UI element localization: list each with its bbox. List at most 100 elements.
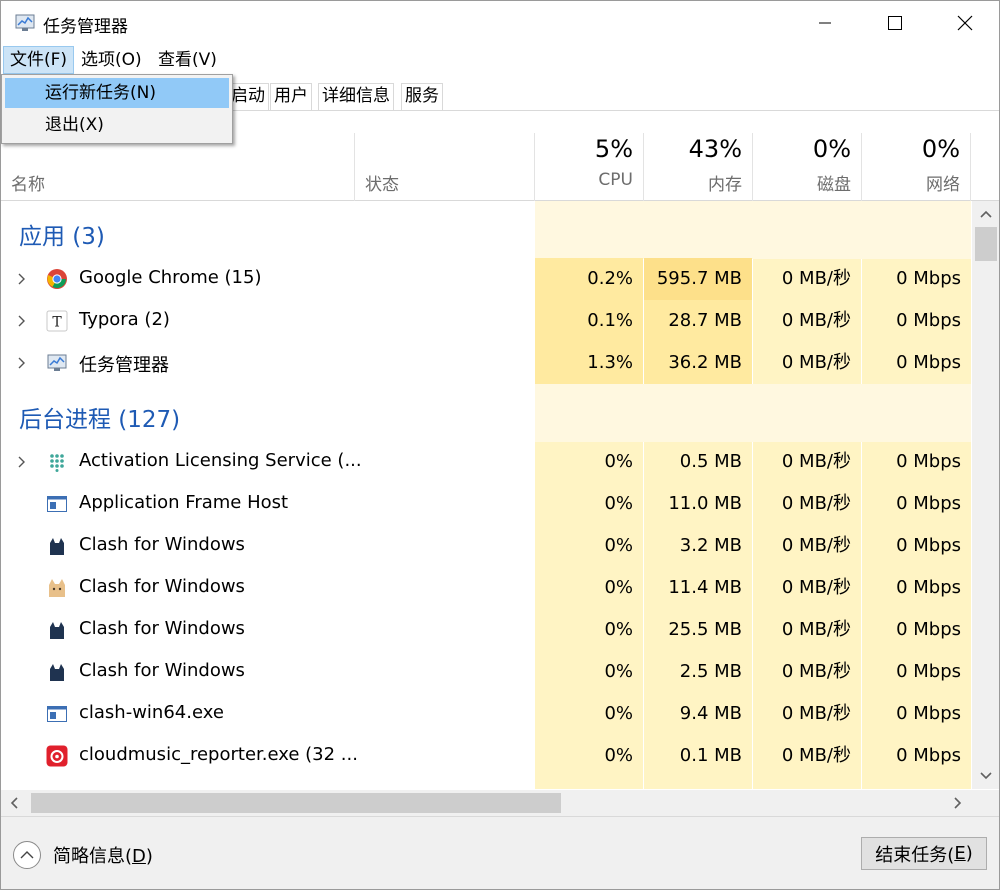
table-row[interactable]: T Typora (2) 0.1% 28.7 MB 0 MB/秒 0 Mbps — [1, 300, 971, 342]
scroll-left-icon[interactable] — [9, 797, 19, 809]
table-row[interactable]: Clash for Windows 0% 2.5 MB 0 MB/秒 0 Mbp… — [1, 651, 971, 693]
scroll-right-icon[interactable] — [953, 797, 963, 809]
table-row[interactable]: clash-win64.exe 0% 9.4 MB 0 MB/秒 0 Mbps — [1, 693, 971, 735]
menu-bar: 文件(F) 选项(O) 查看(V) — [1, 45, 999, 75]
task-manager-window: 任务管理器 文件(F) 选项(O) 查看(V) 启动 用户 详细信息 服务 名称… — [0, 0, 1000, 890]
group-background: 后台进程 (127) — [1, 384, 971, 442]
horizontal-scrollbar[interactable] — [1, 790, 972, 816]
memory-cell: 25.5 MB — [668, 619, 742, 640]
chevron-right-icon[interactable] — [15, 354, 29, 372]
table-row[interactable]: Clash for Windows 0% 25.5 MB 0 MB/秒 0 Mb… — [1, 609, 971, 651]
title-bar: 任务管理器 — [1, 1, 999, 45]
memory-cell: 3.2 MB — [679, 535, 742, 556]
maximize-button[interactable] — [860, 1, 930, 45]
end-task-button[interactable]: 结束任务(E) — [861, 837, 987, 870]
network-cell: 0 Mbps — [896, 661, 961, 682]
network-cell: 0 Mbps — [896, 745, 961, 766]
tab-startup[interactable]: 启动 — [227, 83, 269, 110]
process-name: Clash for Windows — [79, 534, 245, 555]
minimize-icon — [819, 22, 831, 24]
tab-users[interactable]: 用户 — [270, 83, 312, 110]
disk-cell: 0 MB/秒 — [781, 661, 851, 682]
window-app-icon — [47, 496, 67, 512]
disk-cell: 0 MB/秒 — [781, 310, 851, 331]
tab-details[interactable]: 详细信息 — [318, 83, 394, 110]
process-name: Application Frame Host — [79, 492, 289, 513]
column-name-label: 名称 — [11, 175, 45, 195]
column-disk[interactable]: 0% 磁盘 — [753, 133, 862, 201]
disk-cell: 0 MB/秒 — [781, 703, 851, 724]
process-name: clash-win64.exe — [79, 702, 224, 723]
cat-dark-icon — [50, 622, 64, 639]
cpu-cell: 0% — [604, 577, 633, 598]
cat-tan-icon — [49, 579, 65, 597]
table-row[interactable]: Google Chrome (15) 0.2% 595.7 MB 0 MB/秒 … — [1, 258, 971, 300]
process-name: Clash for Windows — [79, 660, 245, 681]
table-row[interactable]: Application Frame Host 0% 11.0 MB 0 MB/秒… — [1, 483, 971, 525]
network-cell: 0 Mbps — [896, 352, 961, 373]
horizontal-scroll-thumb[interactable] — [31, 793, 561, 813]
menu-options[interactable]: 选项(O) — [75, 46, 148, 74]
cpu-cell: 0% — [604, 493, 633, 514]
memory-cell: 36.2 MB — [644, 342, 752, 384]
cpu-cell: 0% — [604, 619, 633, 640]
chevron-right-icon[interactable] — [15, 312, 29, 330]
disk-cell: 0 MB/秒 — [781, 352, 851, 373]
window-app-icon — [47, 706, 67, 722]
memory-total: 43% — [688, 135, 742, 163]
column-network[interactable]: 0% 网络 — [862, 133, 971, 201]
column-cpu[interactable]: 5% CPU — [535, 133, 644, 201]
network-cell: 0 Mbps — [896, 493, 961, 514]
process-name: Google Chrome (15) — [79, 267, 262, 288]
group-row-bg — [535, 384, 971, 442]
column-disk-label: 磁盘 — [817, 175, 851, 195]
menu-file[interactable]: 文件(F) — [3, 46, 75, 74]
process-name: Activation Licensing Service (... — [79, 450, 362, 471]
network-cell: 0 Mbps — [896, 268, 961, 289]
menu-view[interactable]: 查看(V) — [152, 46, 223, 74]
table-row[interactable]: Clash for Windows 0% 11.4 MB 0 MB/秒 0 Mb… — [1, 567, 971, 609]
chevron-right-icon[interactable] — [15, 270, 29, 288]
cpu-cell: 1.3% — [535, 342, 643, 384]
memory-cell: 9.4 MB — [679, 703, 742, 724]
group-apps-title: 应用 (3) — [19, 224, 105, 250]
memory-cell: 11.4 MB — [668, 577, 742, 598]
close-button[interactable] — [930, 1, 999, 45]
memory-cell: 28.7 MB — [644, 300, 752, 342]
typora-icon: T — [46, 310, 68, 332]
process-name: 任务管理器 — [79, 355, 169, 376]
menu-item-run-new-task[interactable]: 运行新任务(N) — [5, 78, 229, 108]
vertical-scrollbar[interactable] — [972, 201, 999, 789]
table-row[interactable]: cloudmusic_reporter.exe (32 ... 0% 0.1 M… — [1, 735, 971, 777]
table-row[interactable]: Activation Licensing Service (... 0% 0.5… — [1, 441, 971, 483]
minimize-button[interactable] — [790, 1, 860, 45]
group-background-title: 后台进程 (127) — [19, 407, 181, 433]
chevron-right-icon[interactable] — [15, 453, 29, 471]
chevron-up-icon[interactable] — [13, 841, 41, 869]
network-cell: 0 Mbps — [896, 619, 961, 640]
table-row[interactable]: Clash for Windows 0% 3.2 MB 0 MB/秒 0 Mbp… — [1, 525, 971, 567]
cpu-cell: 0% — [604, 661, 633, 682]
vertical-scroll-thumb[interactable] — [975, 227, 997, 261]
process-name: Clash for Windows — [79, 618, 245, 639]
disk-cell: 0 MB/秒 — [781, 745, 851, 766]
column-memory[interactable]: 43% 内存 — [644, 133, 753, 201]
cpu-cell: 0% — [604, 745, 633, 766]
file-menu-dropdown: 运行新任务(N) 退出(X) — [1, 74, 233, 144]
scroll-down-icon[interactable] — [980, 771, 992, 781]
footer-bar: 简略信息(D) 结束任务(E) — [1, 816, 999, 889]
scroll-up-icon[interactable] — [980, 209, 992, 219]
table-row[interactable]: 任务管理器 1.3% 36.2 MB 0 MB/秒 0 Mbps — [1, 342, 971, 384]
netease-music-icon — [46, 745, 68, 767]
column-status[interactable]: 状态 — [355, 133, 535, 201]
column-status-label: 状态 — [365, 175, 399, 195]
tab-services[interactable]: 服务 — [401, 83, 443, 110]
fewer-details-toggle[interactable]: 简略信息(D) — [13, 839, 153, 871]
menu-item-exit[interactable]: 退出(X) — [5, 110, 229, 140]
cpu-cell: 0% — [604, 535, 633, 556]
disk-cell: 0 MB/秒 — [781, 451, 851, 472]
group-row-bg — [535, 201, 971, 259]
task-manager-icon — [47, 354, 67, 371]
cpu-cell: 0.2% — [535, 258, 643, 300]
task-manager-app-icon — [15, 14, 35, 31]
